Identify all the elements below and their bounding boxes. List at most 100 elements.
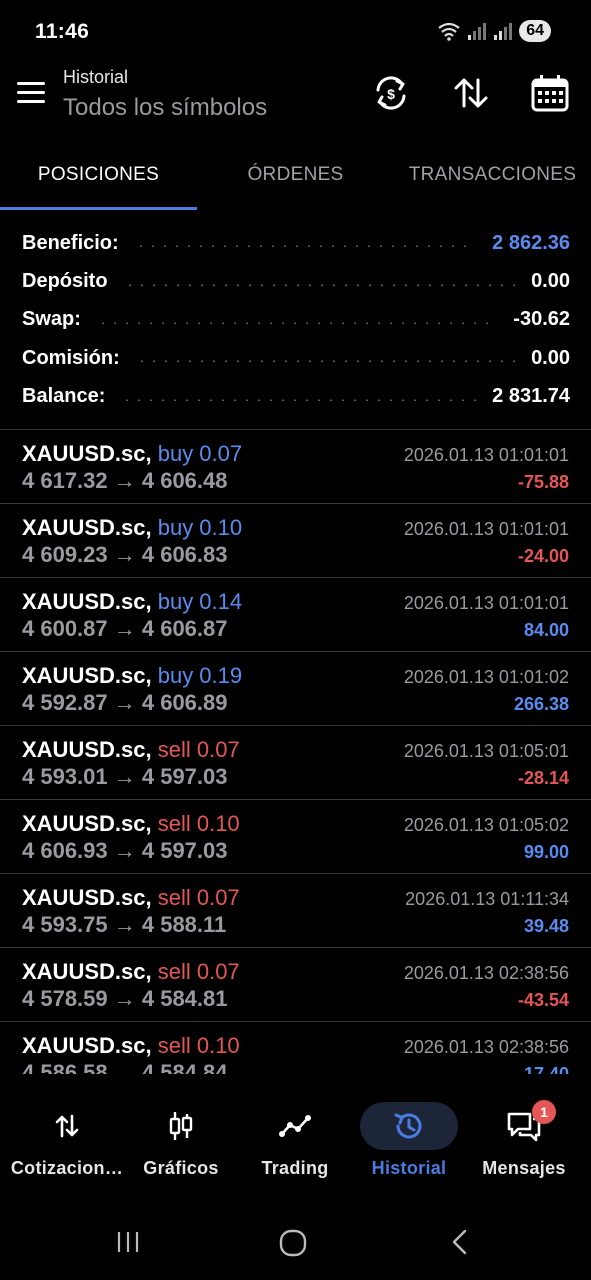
position-row[interactable]: XAUUSD.sc, sell 0.10 4 606.93 → 4 597.03… [0,799,591,873]
position-row[interactable]: XAUUSD.sc, sell 0.07 4 593.01 → 4 597.03… [0,725,591,799]
position-side: sell 0.07 [157,737,240,762]
candlestick-chart-icon [161,1108,201,1144]
summary-label: Comisión: [22,346,120,369]
summary-row-balance: Balance: 2 831.74 [22,378,570,416]
active-tab-indicator [0,207,197,210]
position-side: sell 0.10 [157,1033,240,1058]
positions-list[interactable]: XAUUSD.sc, buy 0.07 4 617.32 → 4 606.48 … [0,429,591,1074]
position-time: 2026.01.13 01:01:01 [403,593,569,613]
position-prices: 4 593.01 → 4 597.03 [22,764,228,789]
summary-panel: Beneficio: 2 862.36 Depósito 0.00 Swap: … [22,224,570,416]
position-row[interactable]: XAUUSD.sc, buy 0.07 4 617.32 → 4 606.48 … [0,429,591,503]
position-profit: 39.48 [523,916,569,936]
position-side: buy 0.07 [157,441,243,466]
tab-deals[interactable]: TRANSACCIONES [394,164,591,186]
position-symbol-line: XAUUSD.sc, sell 0.07 [22,959,240,985]
status-icons: 64 [437,20,551,42]
position-profit: -28.14 [517,768,569,788]
home-icon[interactable] [278,1228,308,1258]
summary-label: Swap: [22,308,81,331]
position-row[interactable]: XAUUSD.sc, sell 0.07 4 593.75 → 4 588.11… [0,873,591,947]
signal-icon-2 [494,23,513,40]
signal-icon [468,23,487,40]
position-symbol: XAUUSD.sc, [22,737,152,762]
position-symbol-line: XAUUSD.sc, buy 0.14 [22,589,242,615]
summary-label: Beneficio: [22,231,119,254]
position-side: buy 0.19 [157,663,243,688]
position-symbol: XAUUSD.sc, [22,885,152,910]
status-bar: 11:46 64 [0,0,591,64]
position-symbol-line: XAUUSD.sc, sell 0.07 [22,737,240,763]
position-symbol-line: XAUUSD.sc, buy 0.19 [22,663,242,689]
position-time: 2026.01.13 01:05:02 [403,815,569,835]
nav-label: Mensajes [482,1158,566,1178]
summary-value: -30.62 [513,308,570,331]
nav-label: Gráficos [143,1158,219,1178]
position-symbol: XAUUSD.sc, [22,1033,152,1058]
summary-value: 0.00 [531,270,570,293]
dotted-leader [123,283,516,286]
chat-bubbles-icon: 1 [504,1100,556,1144]
system-navigation-bar [0,1206,591,1280]
summary-row-deposit: Depósito 0.00 [22,262,570,300]
summary-label: Balance: [22,385,106,408]
nav-label: Trading [261,1158,329,1178]
history-tabs: POSICIONES ÓRDENES TRANSACCIONES [0,144,591,212]
summary-label: Depósito [22,270,108,293]
position-side: sell 0.07 [157,885,240,910]
position-symbol-line: XAUUSD.sc, buy 0.07 [22,441,242,467]
position-symbol: XAUUSD.sc, [22,441,152,466]
position-symbol: XAUUSD.sc, [22,811,152,836]
trend-line-icon [275,1108,315,1144]
position-prices: 4 586.58 → 4 584.84 [22,1060,228,1074]
currency-exchange-icon[interactable]: $ [370,72,412,114]
position-row[interactable]: XAUUSD.sc, sell 0.07 4 578.59 → 4 584.81… [0,947,591,1021]
status-time: 11:46 [35,20,90,43]
position-symbol-line: XAUUSD.sc, sell 0.10 [22,1033,240,1059]
position-row[interactable]: XAUUSD.sc, buy 0.14 4 600.87 → 4 606.87 … [0,577,591,651]
hamburger-menu-icon[interactable] [17,82,45,104]
quotes-arrows-icon [47,1108,87,1144]
position-profit: 84.00 [523,620,569,640]
back-icon[interactable] [446,1228,474,1256]
position-prices: 4 609.23 → 4 606.83 [22,542,228,567]
nav-charts[interactable]: Gráficos [122,1094,240,1194]
position-side: sell 0.10 [157,811,240,836]
symbol-filter[interactable]: Todos los símbolos [63,94,267,122]
position-row[interactable]: XAUUSD.sc, buy 0.10 4 609.23 → 4 606.83 … [0,503,591,577]
position-time: 2026.01.13 01:01:01 [403,445,569,465]
nav-messages[interactable]: 1 Mensajes [465,1094,583,1194]
recent-apps-icon[interactable] [114,1228,142,1256]
position-row[interactable]: XAUUSD.sc, buy 0.19 4 592.87 → 4 606.89 … [0,651,591,725]
position-time: 2026.01.13 02:38:56 [403,1037,569,1057]
wifi-icon [438,22,460,41]
position-profit: -43.54 [517,990,569,1010]
nav-label: Cotizacion… [10,1158,124,1178]
nav-quotes[interactable]: Cotizacion… [8,1094,126,1194]
position-prices: 4 600.87 → 4 606.87 [22,616,228,641]
position-prices: 4 617.32 → 4 606.48 [22,468,228,493]
position-side: buy 0.14 [157,589,243,614]
position-side: sell 0.07 [157,959,240,984]
position-time: 2026.01.13 01:01:01 [403,519,569,539]
calendar-icon[interactable] [529,72,571,114]
tab-orders[interactable]: ÓRDENES [197,164,394,186]
tab-positions[interactable]: POSICIONES [0,164,197,186]
position-symbol: XAUUSD.sc, [22,589,152,614]
bottom-navigation: Cotizacion… Gráficos Trading Historial 1… [0,1094,591,1194]
app-header: Historial Todos los símbolos $ [0,64,591,144]
nav-trading[interactable]: Trading [236,1094,354,1194]
position-symbol-line: XAUUSD.sc, sell 0.07 [22,885,240,911]
position-profit: 99.00 [523,842,569,862]
unread-badge: 1 [532,1100,556,1124]
dotted-leader [134,245,477,248]
position-symbol-line: XAUUSD.sc, buy 0.10 [22,515,242,541]
history-clock-icon [389,1108,429,1144]
dotted-leader [121,398,477,401]
position-prices: 4 593.75 → 4 588.11 [22,912,227,937]
sort-icon[interactable] [450,72,492,114]
battery-indicator: 64 [519,20,551,42]
position-row[interactable]: XAUUSD.sc, sell 0.10 4 586.58 → 4 584.84… [0,1021,591,1074]
nav-history[interactable]: Historial [350,1094,468,1194]
position-symbol: XAUUSD.sc, [22,663,152,688]
